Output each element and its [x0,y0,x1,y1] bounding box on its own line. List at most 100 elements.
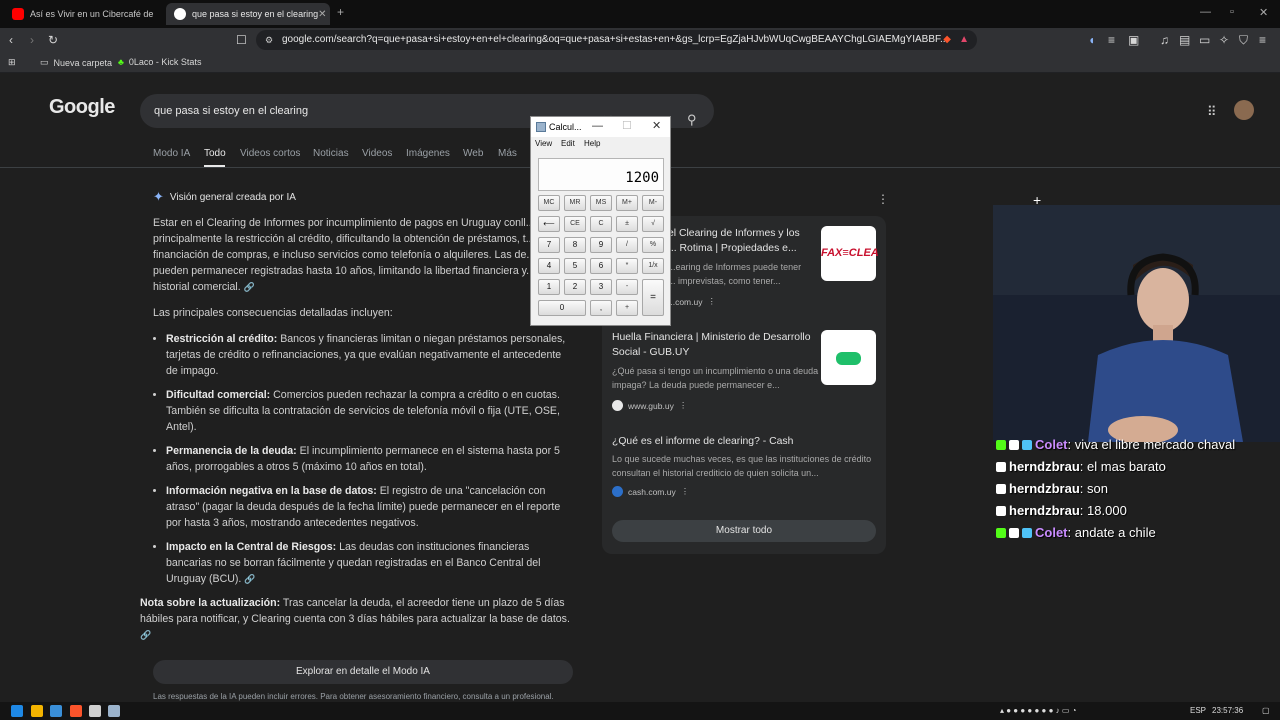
start-icon[interactable] [11,705,23,717]
menu-help[interactable]: Help [584,139,600,148]
leo-ai-icon[interactable]: ✧ [1219,34,1229,46]
source-thumbnail[interactable]: FAX≡CLEA [821,226,879,281]
tab-mas[interactable]: Más [498,148,517,159]
key-c[interactable]: C [590,216,612,232]
calculator-taskbar-icon[interactable] [108,705,120,717]
app-icon[interactable] [50,705,62,717]
key-plus-minus[interactable]: ± [616,216,638,232]
key-1[interactable]: 1 [538,279,560,295]
key-ce[interactable]: CE [564,216,586,232]
language-indicator[interactable]: ESP [1190,706,1206,715]
site-info-icon[interactable]: ⚙ [265,30,273,50]
source-thumbnail[interactable] [821,330,876,385]
tray-icons[interactable]: ▴ ● ● ● ● ● ● ● ♪ ▭ ◔ [1000,706,1076,715]
brave-shield-icon[interactable]: ◆ [943,30,951,50]
file-explorer-icon[interactable] [31,705,43,717]
wallet-icon[interactable]: ◖ [1088,34,1095,46]
obs-icon[interactable] [89,705,101,717]
key-7[interactable]: 7 [538,237,560,253]
key-equals[interactable]: = [642,279,664,316]
tab-videos[interactable]: Videos [362,148,392,159]
key-m-minus[interactable]: M- [642,195,664,211]
more-options-icon[interactable]: ⋮ [707,296,716,307]
screenshot-icon[interactable]: ▣ [1128,34,1139,46]
tab-web[interactable]: Web [463,148,483,159]
show-all-button[interactable]: Mostrar todo [612,520,876,542]
key-m-plus[interactable]: M+ [616,195,638,211]
tab-google-search[interactable]: que pasa si estoy en el clearing ✕ [166,3,330,25]
calculator-titlebar[interactable]: Calcul... — ☐ ✕ [531,117,670,137]
vpn-icon[interactable]: ⛉ [1239,34,1248,46]
sidebar-icon[interactable]: ▤ [1179,34,1190,46]
minimize-icon[interactable]: — [592,120,603,132]
bookmark-icon[interactable]: ☐ [236,34,247,46]
reload-icon[interactable]: ↻ [48,34,58,46]
notifications-icon[interactable]: ▢ [1262,706,1270,715]
key-4[interactable]: 4 [538,258,560,274]
tab-imagenes[interactable]: Imágenes [406,148,450,159]
link-icon[interactable]: 🔗 [244,574,255,584]
tab-videos-cortos[interactable]: Videos cortos [240,148,300,159]
key-9[interactable]: 9 [590,237,612,253]
key-3[interactable]: 3 [590,279,612,295]
tab-noticias[interactable]: Noticias [313,148,349,159]
chat-username: herndzbrau [1009,459,1080,474]
address-bar[interactable]: ⚙ google.com/search?q=que+pasa+si+estoy+… [256,30,977,50]
back-icon[interactable]: ‹ [9,34,13,46]
link-icon[interactable]: 🔗 [140,630,151,640]
menu-edit[interactable]: Edit [561,139,575,148]
link-icon[interactable]: 🔗 [244,282,255,292]
key-sqrt[interactable]: √ [642,216,664,232]
key-mr[interactable]: MR [564,195,586,211]
minimize-icon[interactable]: — [1200,6,1211,18]
key-0[interactable]: 0 [538,300,586,316]
key-add[interactable]: + [616,300,638,316]
key-mc[interactable]: MC [538,195,560,211]
key-8[interactable]: 8 [564,237,586,253]
restore-icon[interactable]: ▫ [1230,6,1234,18]
more-options-icon[interactable]: ⋮ [877,192,889,206]
tab-modo-ia[interactable]: Modo IA [153,148,190,159]
key-divide[interactable]: / [616,237,638,253]
maximize-icon[interactable]: ☐ [622,120,632,132]
apps-grid-icon[interactable]: ⊞ [8,57,16,68]
brave-icon[interactable] [70,705,82,717]
explore-ai-mode-button[interactable]: Explorar en detalle el Modo IA [153,660,573,684]
key-reciprocal[interactable]: 1/x [642,258,664,274]
source-title[interactable]: Huella Financiera | Ministerio de Desarr… [612,330,820,360]
clock[interactable]: 23:57:36 [1212,706,1243,715]
key-percent[interactable]: % [642,237,664,253]
google-logo[interactable]: Google [49,96,115,119]
bookmark-folder[interactable]: ▭ Nueva carpeta [40,57,112,68]
wallet-card-icon[interactable]: ▭ [1199,34,1210,46]
key-ms[interactable]: MS [590,195,612,211]
close-tab-icon[interactable]: ✕ [318,9,326,20]
key-multiply[interactable]: * [616,258,638,274]
key-6[interactable]: 6 [590,258,612,274]
close-icon[interactable]: ✕ [652,120,661,132]
brave-rewards-icon[interactable]: ▲ [959,30,969,50]
more-options-icon[interactable]: ⋮ [681,486,690,497]
search-icon[interactable]: ⚲ [687,103,697,137]
google-apps-icon[interactable]: ⠿ [1207,104,1217,120]
tab-youtube[interactable]: Así es Vivir en un Cibercafé de 1 Me... [4,3,164,25]
close-window-icon[interactable]: ✕ [1259,6,1268,19]
key-2[interactable]: 2 [564,279,586,295]
new-tab-button[interactable]: + [337,5,344,19]
menu-view[interactable]: View [535,139,552,148]
reader-icon[interactable]: ≡ [1108,34,1115,46]
menu-icon[interactable]: ≡ [1259,34,1266,46]
avatar[interactable] [1234,100,1254,120]
tab-todo[interactable]: Todo [204,148,226,159]
media-icon[interactable]: ♫ [1160,34,1169,46]
forward-icon[interactable]: › [30,34,34,46]
calculator-window[interactable]: Calcul... — ☐ ✕ View Edit Help 1200 MC M… [530,116,671,326]
source-title[interactable]: el Clearing de Informes y los ... Rotima… [668,226,808,256]
key-subtract[interactable]: - [616,279,638,295]
key-5[interactable]: 5 [564,258,586,274]
more-options-icon[interactable]: ⋮ [679,400,688,411]
source-title[interactable]: ¿Qué es el informe de clearing? - Cash [612,434,876,449]
key-decimal[interactable]: , [590,300,612,316]
bookmark-kick-stats[interactable]: ♣ 0Laco - Kick Stats [118,57,201,67]
key-backspace[interactable]: ⟵ [538,216,560,232]
